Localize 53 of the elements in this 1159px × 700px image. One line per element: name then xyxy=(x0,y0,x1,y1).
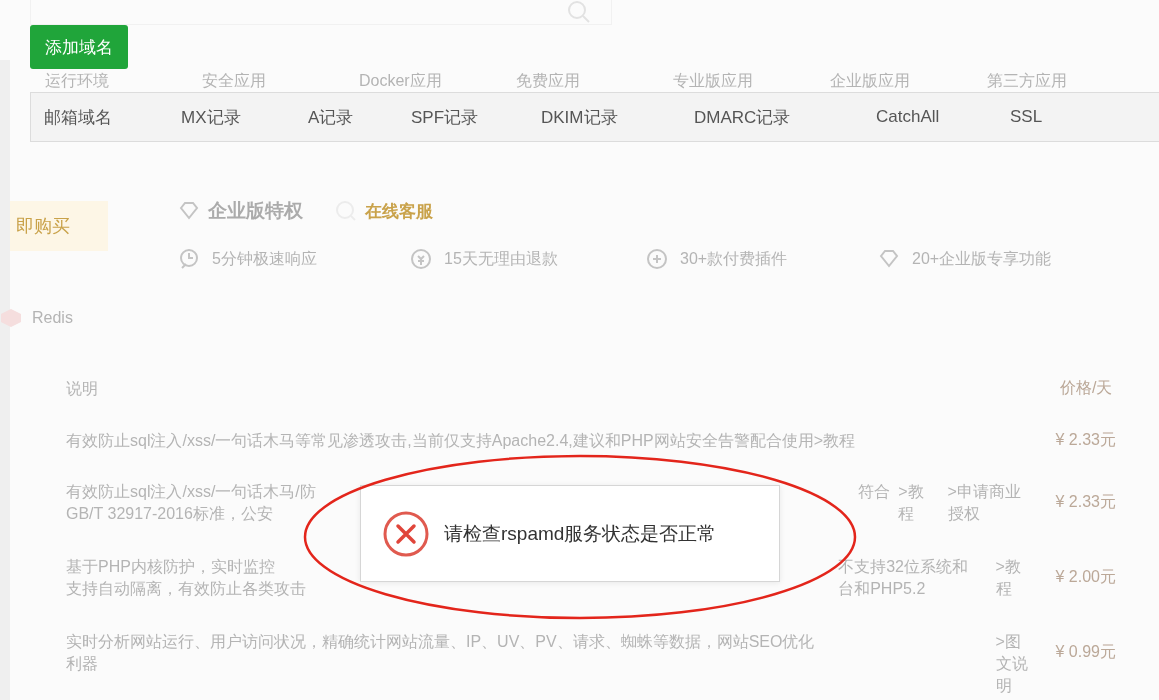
description-text: 实时分析网站运行、用户访问状况，精确统计网站流量、IP、UV、PV、请求、蜘蛛等数据，网站SEO优化 xyxy=(66,632,815,652)
tutorial-link[interactable]: >图文说明 xyxy=(995,631,1031,697)
privilege-title: 企业版特权 xyxy=(208,199,303,223)
app-tab[interactable]: Docker应用 xyxy=(359,72,442,90)
error-icon xyxy=(383,510,429,557)
description-text: 支持自动隔离，有效防止各类攻击 xyxy=(66,579,306,599)
column-header: DKIM记录 xyxy=(541,106,619,129)
app-tab[interactable]: 企业版应用 xyxy=(830,72,910,90)
alert-message: 请检查rspamd服务状态是否正常 xyxy=(444,521,717,546)
app-tab[interactable]: 专业版应用 xyxy=(673,72,753,90)
app-tab[interactable]: 运行环境 xyxy=(45,72,109,90)
plugin-name: Redis xyxy=(32,309,73,327)
column-header: A记录 xyxy=(308,106,355,129)
column-header: 价格/天 xyxy=(1060,379,1113,396)
description-text: 符合 xyxy=(858,482,891,502)
description-text: 有效防止sql注入/xss/一句话木马等常见渗透攻击,当前仅支持Apache2.4,建议和PHP网站安全告警配合使用>教程 xyxy=(66,431,855,451)
clock-icon xyxy=(178,248,200,270)
service-link[interactable]: 在线客服 xyxy=(365,199,433,223)
diamond-icon xyxy=(878,248,900,270)
column-header: CatchAll xyxy=(876,107,941,127)
tutorial-link[interactable]: >教程 xyxy=(995,556,1031,600)
diamond-icon xyxy=(178,200,200,222)
price-text: ¥ 2.33元 xyxy=(1054,430,1116,450)
description-text: GB/T 32917-2016标准，公安 xyxy=(66,504,273,524)
search-icon xyxy=(567,0,591,24)
add-domain-button[interactable]: 添加域名 xyxy=(30,25,128,69)
column-header: MX记录 xyxy=(181,106,242,129)
app-tab[interactable]: 安全应用 xyxy=(202,72,266,90)
cube-icon xyxy=(0,308,22,328)
feature-label: 30+款付费插件 xyxy=(680,248,788,269)
column-header: 说明 xyxy=(66,379,98,399)
description-text: 基于PHP内核防护，实时监控 xyxy=(66,557,275,577)
column-header: DMARC记录 xyxy=(694,106,792,129)
price-text: ¥ 2.33元 xyxy=(1054,492,1116,512)
feature-label: 15天无理由退款 xyxy=(444,248,558,269)
description-text: 有效防止sql注入/xss/一句话木马/防 xyxy=(66,482,316,502)
description-text: 不支持32位系统和 xyxy=(838,557,968,577)
column-header: SSL xyxy=(1010,107,1044,127)
app-tab[interactable]: 第三方应用 xyxy=(987,72,1067,90)
column-header: SPF记录 xyxy=(411,106,480,129)
column-header: 邮箱域名 xyxy=(44,106,113,129)
feature-label: 20+企业版专享功能 xyxy=(912,248,1052,269)
price-text: ¥ 0.99元 xyxy=(1054,642,1116,662)
price-text: ¥ 2.00元 xyxy=(1054,567,1116,587)
coin-icon xyxy=(410,248,432,270)
buy-button[interactable]: 即购买 xyxy=(10,201,108,251)
description-text: 台和PHP5.2 xyxy=(838,579,926,599)
app-tab[interactable]: 免费应用 xyxy=(516,72,580,90)
plus-circle-icon xyxy=(646,248,668,270)
feature-label: 5分钟极速响应 xyxy=(212,248,317,269)
tutorial-link[interactable]: >教程 xyxy=(898,481,934,525)
tutorial-link[interactable]: >申请商业授权 xyxy=(947,481,1031,525)
description-text: 利器 xyxy=(66,654,98,674)
